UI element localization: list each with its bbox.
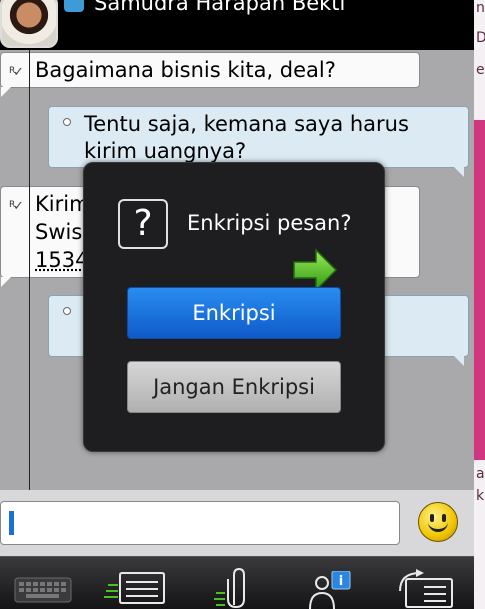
bubble-tail: [454, 356, 464, 366]
dont-encrypt-button[interactable]: Jangan Enkripsi: [127, 361, 341, 413]
edge-text: k: [476, 488, 485, 504]
message-text: Bagaimana bisnis kita, deal?: [35, 58, 336, 82]
message-outgoing[interactable]: Tentu saja, kemana saya harus kirim uang…: [48, 106, 469, 177]
question-icon: ?: [118, 199, 168, 249]
message-incoming[interactable]: R ✓ Bagaimana bisnis kita, deal?: [0, 52, 420, 97]
bubble-tail: [1, 87, 11, 97]
bottom-toolbar: i: [0, 556, 474, 609]
contact-avatar[interactable]: [0, 0, 58, 48]
conversation-icon[interactable]: [104, 571, 166, 609]
smiley-mouth: [428, 522, 448, 532]
text-cursor: [9, 511, 14, 535]
keyboard-icon[interactable]: [14, 577, 72, 603]
checkmark-icon: ✓: [13, 199, 24, 214]
message-text-line2: Swis: [35, 220, 83, 244]
sent-status-icon: [63, 307, 71, 315]
message-text-line3: 1534: [35, 248, 89, 272]
bubble-tail: [454, 167, 464, 177]
edge-text: a: [476, 466, 485, 482]
dialog-title: Enkripsi pesan?: [187, 211, 352, 235]
message-text-line1: Kirim: [35, 192, 90, 216]
emoticon-button[interactable]: [418, 502, 458, 542]
bbm-chat-icon: [64, 0, 84, 12]
encrypt-button[interactable]: Enkripsi: [127, 287, 341, 339]
message-text-line2: kirim uangnya?: [84, 139, 247, 163]
switch-chat-icon[interactable]: [394, 569, 456, 609]
contact-name: Samudra Harapan Bekti: [94, 0, 346, 15]
sent-status-icon: [63, 118, 71, 126]
bubble-tail: [1, 277, 11, 287]
attach-icon[interactable]: [214, 567, 250, 609]
adjacent-screen-accent: [474, 120, 485, 460]
encrypt-dialog: ? Enkripsi pesan? Enkripsi Jangan Enkrip…: [83, 162, 385, 452]
edge-text: D: [476, 30, 485, 46]
edge-text: e: [476, 62, 485, 78]
contact-info-icon[interactable]: i: [306, 571, 354, 609]
smiley-eyes: [430, 514, 434, 522]
message-input[interactable]: [0, 501, 400, 545]
svg-text:i: i: [339, 574, 343, 589]
message-text-line1: Tentu saja, kemana saya harus: [84, 112, 409, 136]
chat-header: Samudra Harapan Bekti: [0, 0, 474, 50]
edge-text: nf: [476, 0, 485, 16]
checkmark-icon: ✓: [13, 65, 24, 80]
